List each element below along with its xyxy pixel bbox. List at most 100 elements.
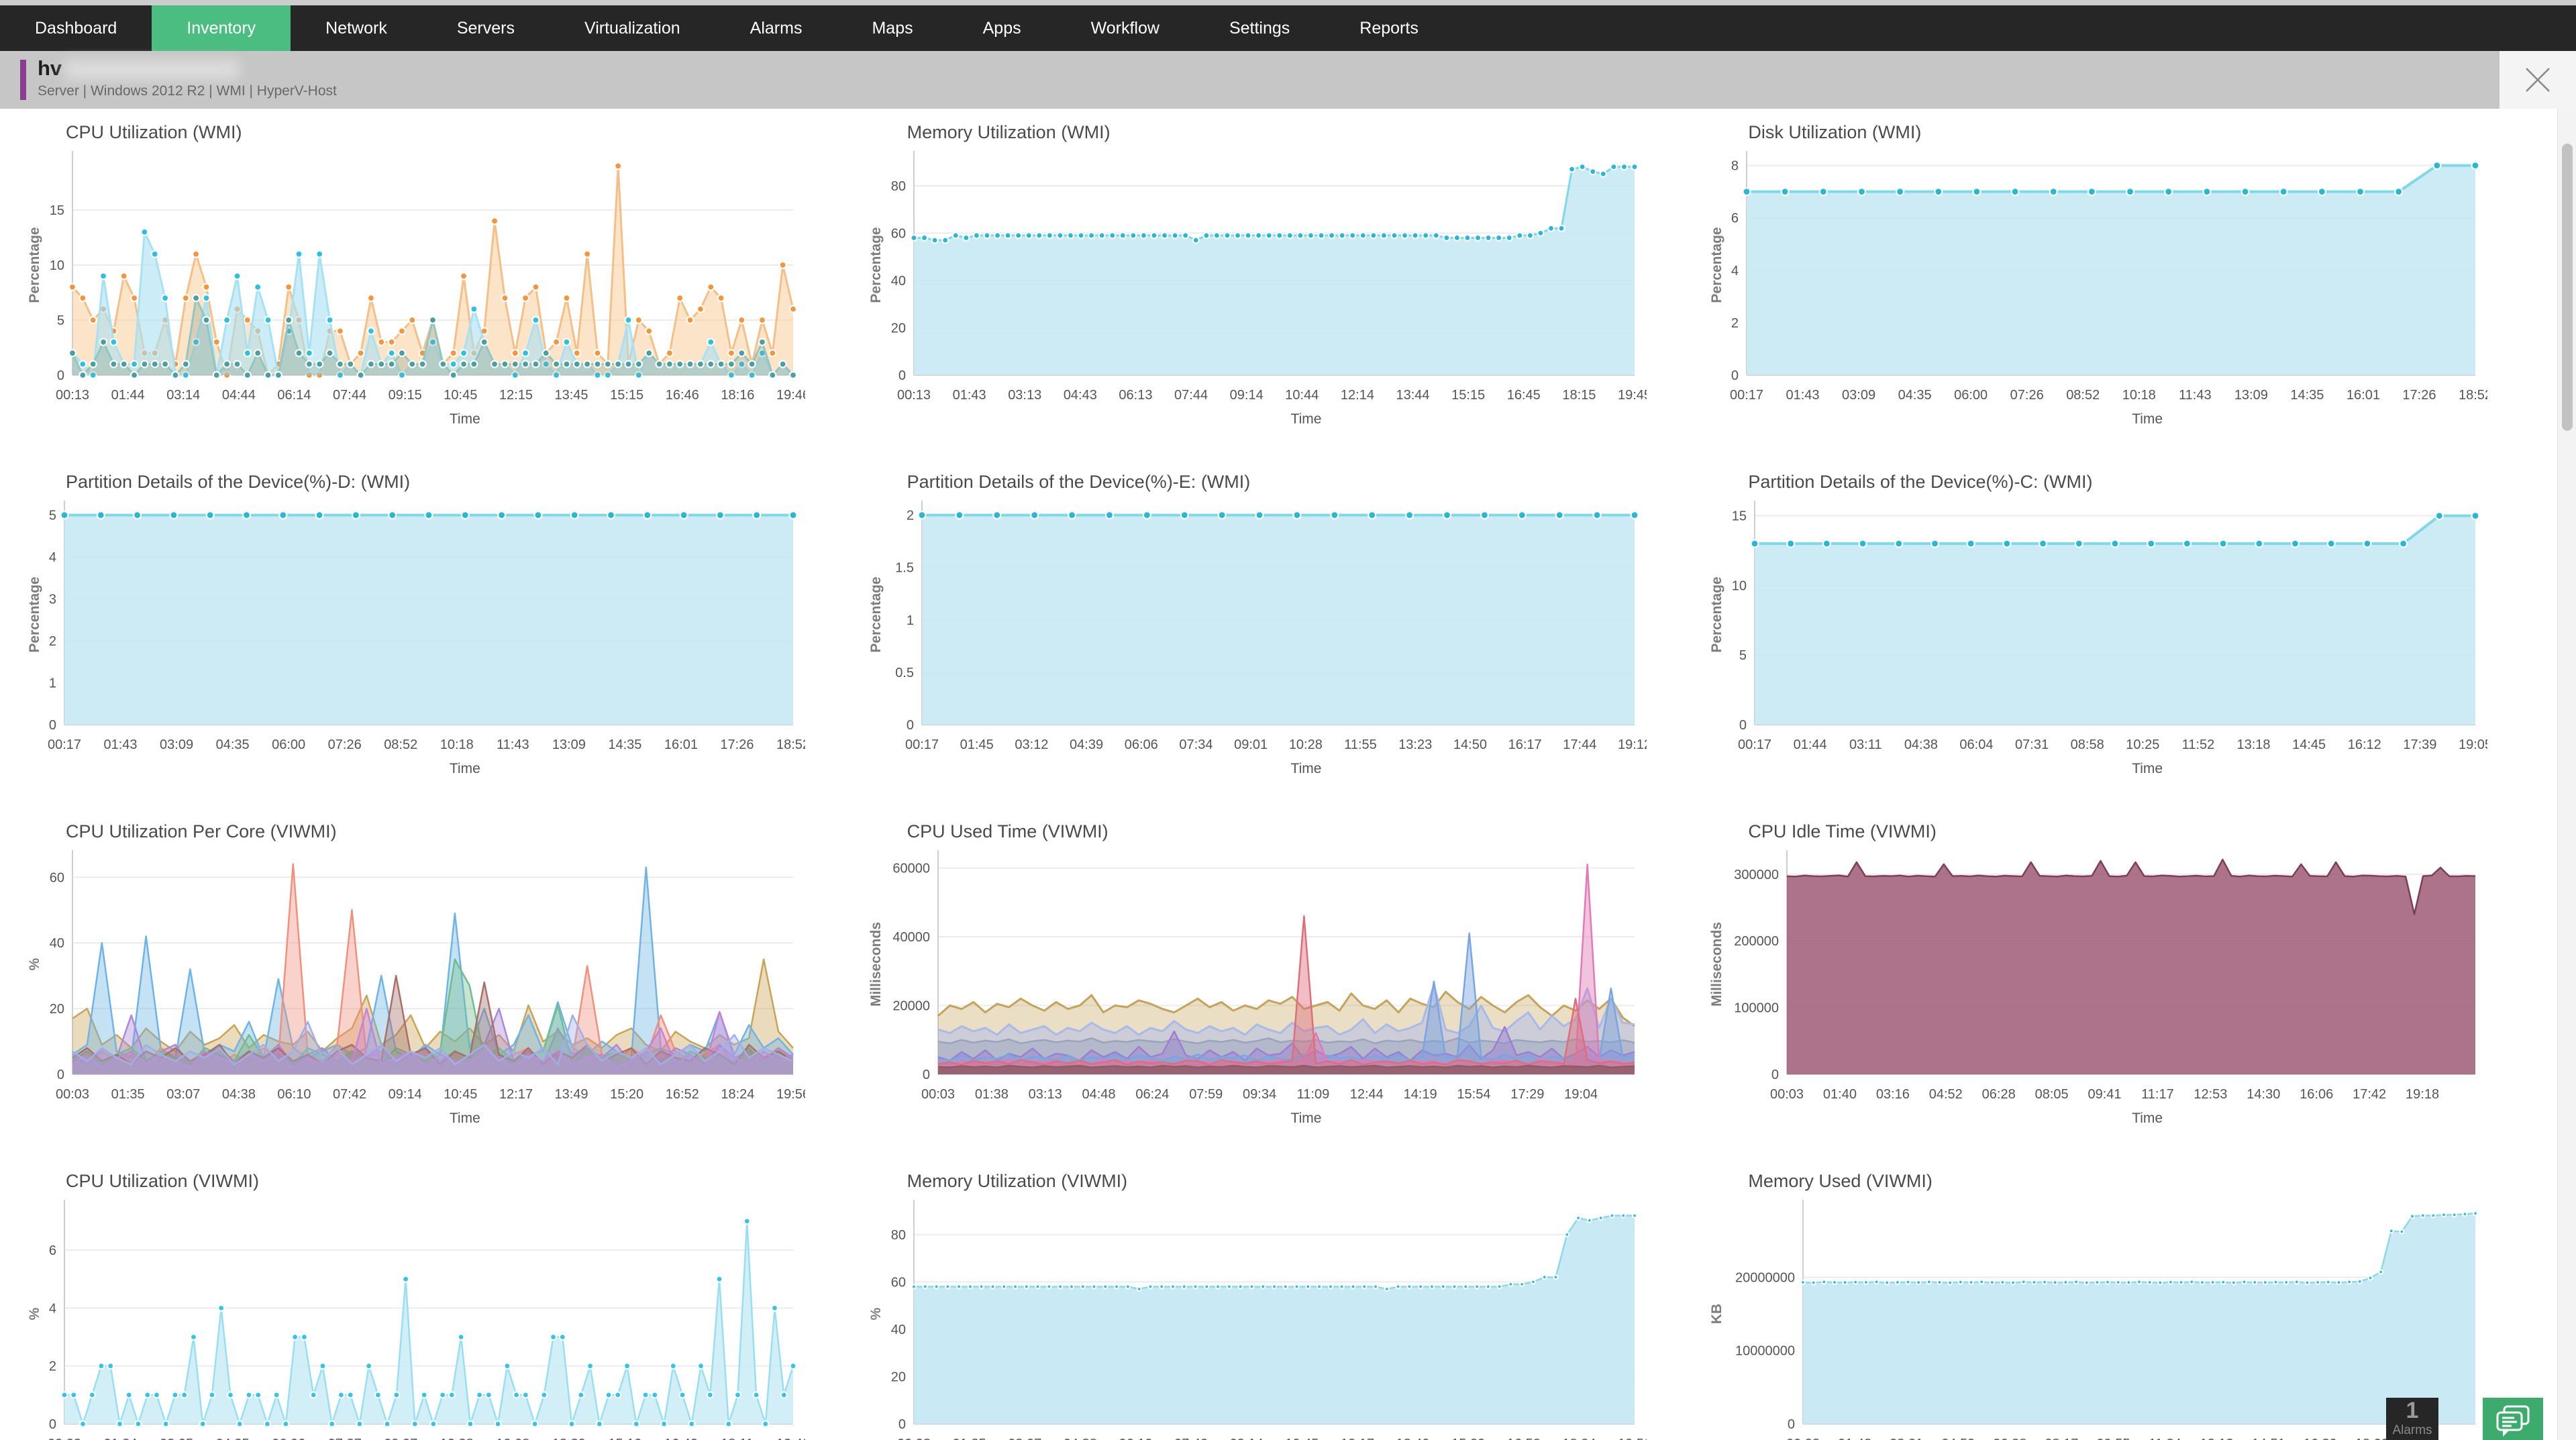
nav-item-reports[interactable]: Reports	[1325, 5, 1453, 51]
nav-item-servers[interactable]: Servers	[422, 5, 550, 51]
svg-text:15:10: 15:10	[608, 1437, 641, 1440]
svg-text:07:34: 07:34	[1179, 737, 1213, 752]
svg-text:2: 2	[907, 509, 914, 523]
nav-item-maps[interactable]: Maps	[837, 5, 947, 51]
chart-canvas[interactable]: 0 20 40 60 80 00:03 01:35 03:07 04:38 06:10 07:42 0…	[868, 1193, 1647, 1440]
svg-text:06:24: 06:24	[1135, 1087, 1169, 1102]
chart-canvas[interactable]: 0 20 40 60 00:03 01:35 03:07 04:38 06:10 07:42 09:…	[27, 843, 805, 1111]
svg-text:17:39: 17:39	[2404, 737, 2437, 752]
chart-title: CPU Utilization (WMI)	[66, 122, 242, 142]
svg-text:03:16: 03:16	[1876, 1087, 1910, 1102]
svg-text:5: 5	[49, 509, 56, 523]
scrollbar-track[interactable]	[2557, 109, 2576, 1440]
x-axis-label: Time	[1290, 761, 1322, 776]
device-title-redacted	[64, 59, 240, 80]
svg-text:16:52: 16:52	[666, 1087, 699, 1102]
nav-item-virtualization[interactable]: Virtualization	[550, 5, 715, 51]
nav-item-dashboard[interactable]: Dashboard	[0, 5, 152, 51]
x-axis-label: Time	[2132, 1111, 2163, 1126]
svg-text:03:07: 03:07	[1008, 1437, 1041, 1440]
svg-text:0.5: 0.5	[895, 666, 914, 680]
svg-text:08:05: 08:05	[2035, 1087, 2069, 1102]
svg-text:18:15: 18:15	[1562, 388, 1596, 403]
svg-text:17:26: 17:26	[2403, 388, 2436, 403]
svg-text:13:49: 13:49	[555, 1087, 588, 1102]
svg-text:16:01: 16:01	[2347, 388, 2380, 403]
svg-text:00:03: 00:03	[1786, 1437, 1820, 1440]
chart-canvas[interactable]: 0 1 2 3 4 5 00:17 01:43 03:09 04:35 06:00 07:26 08:5…	[27, 494, 805, 761]
chart-canvas[interactable]: 0 2 4 6 8 00:17 01:43 03:09 04:35 06:00 07:26 08:52…	[1709, 144, 2487, 411]
svg-text:09:14: 09:14	[1229, 388, 1263, 403]
chart-canvas[interactable]: 0 20 40 60 80 00:13 01:43 03:13 04:43 06:13 07:44 0…	[868, 144, 1647, 411]
svg-text:12:17: 12:17	[1341, 1437, 1374, 1440]
scrollbar-thumb[interactable]	[2562, 144, 2573, 431]
chart-title: CPU Utilization (VIWMI)	[66, 1171, 260, 1191]
svg-text:07:59: 07:59	[1189, 1087, 1223, 1102]
svg-text:09:07: 09:07	[384, 1437, 417, 1440]
svg-text:16:17: 16:17	[1508, 737, 1541, 752]
svg-text:16:06: 16:06	[2300, 1087, 2334, 1102]
nav-item-network[interactable]: Network	[291, 5, 422, 51]
y-axis-label: %	[27, 1307, 42, 1320]
top-strip	[0, 0, 2576, 5]
nav-item-alarms[interactable]: Alarms	[715, 5, 837, 51]
svg-text:13:39: 13:39	[552, 1437, 586, 1440]
svg-text:01:40: 01:40	[1823, 1087, 1857, 1102]
svg-text:11:55: 11:55	[1344, 737, 1377, 752]
chart-canvas[interactable]: 0 5 10 15 00:13 01:44 03:14 04:44 06:14 07:44 09:1…	[27, 144, 805, 411]
nav-item-workflow[interactable]: Workflow	[1056, 5, 1194, 51]
chart-canvas[interactable]: 0 2 4 6 00:03 01:34 03:05 04:35 06:06 07:37 09:07 1…	[27, 1193, 805, 1440]
y-axis-label: %	[868, 1307, 884, 1320]
svg-text:19:56: 19:56	[776, 1087, 805, 1102]
svg-text:18:16: 18:16	[721, 388, 754, 403]
svg-text:18:52: 18:52	[776, 737, 805, 752]
svg-text:00:13: 00:13	[897, 388, 931, 403]
svg-text:14:35: 14:35	[608, 737, 641, 752]
chart-canvas[interactable]: 0 10000000 20000000 00:03 01:42 03:21 04:59 06:…	[1709, 1193, 2487, 1440]
svg-text:10:28: 10:28	[1288, 737, 1322, 752]
x-axis-label: Time	[1290, 1111, 1322, 1126]
chart-card-6: CPU Utilization Per Core (VIWMI) 0 20 40 60 0…	[27, 815, 856, 1164]
svg-text:18:09: 18:09	[2355, 1437, 2389, 1440]
nav-item-inventory[interactable]: Inventory	[152, 5, 291, 51]
close-button[interactable]	[2500, 51, 2576, 109]
chart-canvas[interactable]: 0 100000 200000 300000 00:03 01:40 03:16 04:52 0…	[1709, 843, 2487, 1111]
svg-text:09:14: 09:14	[1229, 1437, 1263, 1440]
svg-text:04:39: 04:39	[1070, 737, 1103, 752]
nav-item-apps[interactable]: Apps	[948, 5, 1056, 51]
svg-text:0: 0	[1771, 1068, 1779, 1082]
svg-text:11:09: 11:09	[1296, 1087, 1329, 1102]
svg-text:07:42: 07:42	[1174, 1437, 1208, 1440]
chart-canvas[interactable]: 0 20000 40000 60000 00:03 01:38 03:13 04:48 06:2…	[868, 843, 1647, 1111]
svg-text:60: 60	[890, 226, 905, 241]
svg-text:14:51: 14:51	[2252, 1437, 2285, 1440]
alarms-count: 1	[2406, 1398, 2419, 1423]
svg-text:04:43: 04:43	[1063, 388, 1096, 403]
chart-card-4: Partition Details of the Device(%)-E: (W…	[868, 465, 1698, 815]
x-axis-label: Time	[449, 761, 480, 776]
nav-item-settings[interactable]: Settings	[1194, 5, 1325, 51]
alarms-badge[interactable]: 1 Alarms	[2386, 1398, 2438, 1440]
chart-canvas[interactable]: 0 0.5 1 1.5 2 00:17 01:45 03:12 04:39 06:06 07:34 0…	[868, 494, 1647, 761]
chart-title: Partition Details of the Device(%)-D: (W…	[66, 472, 411, 492]
svg-text:04:38: 04:38	[1904, 737, 1938, 752]
svg-text:00:03: 00:03	[56, 1087, 89, 1102]
feedback-button[interactable]	[2483, 1398, 2543, 1440]
chart-canvas[interactable]: 0 5 10 15 00:17 01:44 03:11 04:38 06:04 07:31 08:5…	[1709, 494, 2487, 761]
svg-text:03:07: 03:07	[166, 1087, 200, 1102]
svg-text:11:17: 11:17	[2142, 1087, 2175, 1102]
svg-text:12:44: 12:44	[1349, 1087, 1383, 1102]
device-accent-bar	[20, 60, 26, 100]
svg-text:10: 10	[1732, 578, 1747, 593]
svg-text:11:52: 11:52	[2182, 737, 2215, 752]
svg-text:100000: 100000	[1735, 1001, 1780, 1016]
svg-text:06:04: 06:04	[1960, 737, 1994, 752]
svg-text:10:45: 10:45	[1285, 1437, 1319, 1440]
svg-text:04:44: 04:44	[222, 388, 256, 403]
svg-text:06:10: 06:10	[277, 1087, 311, 1102]
svg-text:01:35: 01:35	[111, 1087, 145, 1102]
svg-text:17:29: 17:29	[1510, 1087, 1544, 1102]
svg-text:06:00: 06:00	[1954, 388, 1988, 403]
svg-text:40000: 40000	[892, 930, 930, 945]
svg-text:07:26: 07:26	[2010, 388, 2044, 403]
